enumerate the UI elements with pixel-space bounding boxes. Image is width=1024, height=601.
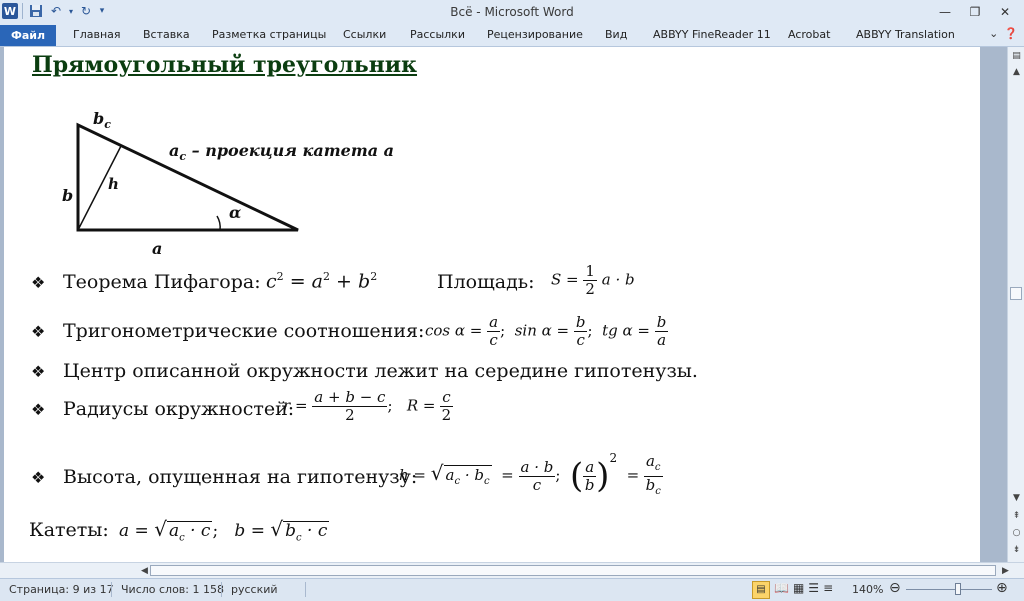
web-layout-icon[interactable]: ▦ — [793, 581, 804, 599]
bullet-icon: ❖ — [31, 322, 46, 341]
zoom-slider-handle[interactable] — [955, 583, 961, 595]
print-layout-icon[interactable]: ▤ — [752, 581, 770, 599]
document-page[interactable]: Прямоугольный треугольник bc ac – проекц… — [4, 47, 980, 562]
tab-references[interactable]: Ссылки — [343, 28, 386, 41]
bullet-icon: ❖ — [31, 468, 46, 487]
status-divider — [111, 582, 112, 597]
tab-page-layout[interactable]: Разметка страницы — [212, 28, 326, 41]
tab-review[interactable]: Рецензирование — [487, 28, 583, 41]
label-bc: bc — [93, 109, 111, 132]
ribbon-controls: ⌄ ❓ — [989, 27, 1018, 40]
page-count[interactable]: Страница: 9 из 17 — [9, 583, 114, 596]
height-label: Высота, опущенная на гипотенузу: — [63, 466, 418, 488]
status-bar: Страница: 9 из 17 Число слов: 1 158 русс… — [0, 578, 1024, 601]
label-alpha: α — [229, 203, 242, 222]
ruler-toggle-icon[interactable]: ▤ — [1010, 49, 1023, 63]
status-divider — [221, 582, 222, 597]
tab-file[interactable]: Файл — [0, 25, 56, 46]
minimize-button[interactable]: — — [930, 2, 960, 22]
area-label: Площадь: — [437, 271, 535, 293]
trig-label: Тригонометрические соотношения: — [63, 320, 425, 342]
label-h: h — [108, 175, 119, 193]
zoom-slider-track[interactable] — [906, 589, 992, 590]
zoom-out-icon[interactable]: ⊖ — [889, 580, 901, 596]
trig-formulas: cos α = a c; sin α = b c; tg α = ba — [425, 313, 669, 349]
radii-formulas: r = a + b − c 2; R = c2 — [283, 388, 453, 424]
previous-page-icon[interactable]: ⇞ — [1010, 509, 1023, 523]
zoom-level[interactable]: 140% — [852, 583, 883, 596]
next-page-icon[interactable]: ⇟ — [1010, 543, 1023, 557]
document-area: Прямоугольный треугольник bc ac – проекц… — [0, 47, 1007, 562]
outline-icon[interactable]: ☰ — [808, 581, 819, 599]
title-bar: W ↶ ▾ ↻ ▾ Всё - Microsoft Word — ❐ ✕ — [0, 0, 1024, 26]
horizontal-scroll-thumb[interactable] — [150, 565, 996, 576]
legs-formulas: a = √ ac · c; b = √ bc · c — [119, 517, 330, 547]
window-controls: — ❐ ✕ — [930, 2, 1020, 22]
area-formula: S = 12 a · b — [551, 262, 635, 298]
language-indicator[interactable]: русский — [231, 583, 278, 596]
horizontal-scrollbar[interactable]: ◀ ▶ — [0, 562, 1024, 579]
scroll-up-icon[interactable]: ▲ — [1010, 65, 1023, 79]
bullet-icon: ❖ — [31, 273, 46, 292]
expand-ribbon-icon[interactable]: ⌄ — [989, 27, 998, 40]
bullet-icon: ❖ — [31, 362, 46, 381]
window-title: Всё - Microsoft Word — [450, 5, 574, 19]
tab-abbyy-finereader[interactable]: ABBYY FineReader 11 — [653, 28, 771, 41]
scroll-thumb[interactable] — [1010, 287, 1022, 300]
tab-view[interactable]: Вид — [605, 28, 627, 41]
pythagoras-formula: c2 = a2 + b2 — [266, 270, 378, 293]
vertical-scrollbar[interactable]: ▤ ▲ ▼ ⇞ ○ ⇟ — [1007, 47, 1024, 562]
height-formulas: h = √ ac · bc = a · b c; (a b)2 = ac bc — [399, 451, 663, 497]
tab-acrobat[interactable]: Acrobat — [788, 28, 830, 41]
label-b: b — [62, 186, 74, 205]
restore-button[interactable]: ❐ — [960, 2, 990, 22]
draft-icon[interactable]: ≡ — [823, 581, 833, 599]
help-icon[interactable]: ❓ — [1004, 27, 1018, 40]
label-a: a — [152, 239, 163, 258]
circumcircle-text: Центр описанной окружности лежит на сере… — [63, 360, 698, 382]
tab-insert[interactable]: Вставка — [143, 28, 190, 41]
tab-abbyy-translation[interactable]: ABBYY Translation — [856, 28, 955, 41]
scroll-down-icon[interactable]: ▼ — [1010, 491, 1023, 505]
label-ac-projection: ac – проекция катета a — [169, 141, 395, 164]
status-divider — [305, 582, 306, 597]
ribbon-tabs: Файл Главная Вставка Разметка страницы С… — [0, 25, 1024, 47]
close-button[interactable]: ✕ — [990, 2, 1020, 22]
full-screen-reading-icon[interactable]: 📖 — [774, 581, 789, 599]
scroll-right-icon[interactable]: ▶ — [999, 564, 1012, 578]
legs-label: Катеты: — [29, 519, 109, 541]
radii-label: Радиусы окружностей: — [63, 398, 295, 420]
pythagoras-label: Теорема Пифагора: — [63, 271, 261, 293]
word-count[interactable]: Число слов: 1 158 — [121, 583, 224, 596]
bullet-icon: ❖ — [31, 400, 46, 419]
tab-home[interactable]: Главная — [73, 28, 121, 41]
tab-mailings[interactable]: Рассылки — [410, 28, 465, 41]
view-buttons: ▤ 📖 ▦ ☰ ≡ — [752, 581, 833, 599]
zoom-in-icon[interactable]: ⊕ — [996, 580, 1008, 596]
browse-object-icon[interactable]: ○ — [1010, 526, 1023, 540]
